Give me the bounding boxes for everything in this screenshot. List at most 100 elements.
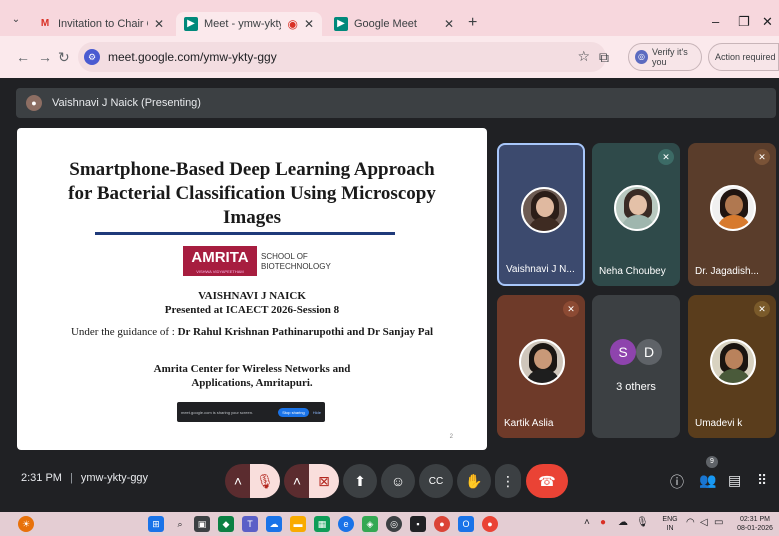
school-label: SCHOOL OF BIOTECHNOLOGY [261, 252, 331, 271]
participant-tile[interactable]: ✕ Neha Choubey [592, 143, 680, 286]
mic-toggle-button[interactable]: 🎙 [250, 464, 280, 498]
video-options-button[interactable]: ˄ [284, 464, 310, 498]
meeting-code: ymw-ykty-ggy [80, 472, 149, 484]
presenter-label: Vaishnavi J Naick (Presenting) [52, 97, 201, 109]
tab-close-icon[interactable]: ✕ [444, 17, 454, 31]
audio-options-button[interactable]: ˄ [225, 464, 251, 498]
separator: | [69, 472, 73, 484]
participant-tile[interactable]: ✕ Kartik Aslia [497, 295, 585, 438]
meet-icon: ▶ [184, 17, 198, 31]
forward-icon[interactable]: → [38, 49, 52, 65]
tab-search-icon[interactable]: ⌄ [10, 14, 22, 26]
mic-off-icon: ✕ [754, 149, 770, 165]
avatar [614, 185, 660, 231]
clock-date: 08-01-2026 [737, 525, 773, 532]
present-screen-icon: ⬆ [354, 472, 366, 489]
search-icon[interactable]: ⌕ [172, 516, 188, 532]
slide-author: VAISHNAVI J NAICK [198, 290, 306, 302]
captions-button[interactable]: CC [419, 464, 453, 498]
tab-meet[interactable]: ▶ Meet - ymw-ykty-ggy ◉ ✕ [176, 12, 322, 36]
file-explorer-icon[interactable]: ▬ [290, 516, 306, 532]
more-options-button[interactable]: ⋮ [495, 464, 521, 498]
tab-close-icon[interactable]: ✕ [304, 17, 314, 31]
terminal-icon[interactable]: ▪ [410, 516, 426, 532]
widgets-icon[interactable]: ◆ [218, 516, 234, 532]
reload-icon[interactable]: ↻ [58, 49, 70, 66]
participant-name: Umadevi k [695, 418, 743, 429]
store-icon[interactable]: ▦ [314, 516, 330, 532]
new-tab-icon[interactable]: + [468, 14, 477, 32]
activities-icon[interactable]: ⠿ [757, 472, 767, 489]
lang-bottom: IN [666, 525, 674, 532]
window-close-icon[interactable]: ✕ [762, 14, 773, 30]
teams-icon[interactable]: T [242, 516, 258, 532]
wifi-icon[interactable]: ◠ [686, 517, 695, 528]
more-vert-icon: ⋮ [501, 472, 515, 489]
stop-sharing-button[interactable]: Stop sharing [278, 407, 309, 417]
battery-icon[interactable]: ▭ [714, 517, 723, 528]
participant-count-badge: 9 [706, 456, 718, 468]
others-tile[interactable]: S D 3 others [592, 295, 680, 438]
people-icon[interactable]: 👥 [699, 472, 716, 489]
windows-start-icon[interactable]: ⊞ [148, 516, 164, 532]
present-button[interactable]: ⬆ [343, 464, 377, 498]
bookmark-star-icon[interactable]: ☆ [577, 48, 590, 65]
system-clock[interactable]: 02:31 PM 08-01-2026 [732, 515, 778, 533]
guidance-prefix: Under the guidance of : [70, 326, 178, 338]
tab-gmail[interactable]: M Invitation to Chair ONLINE Tech ✕ [30, 12, 172, 36]
center-line-1: Amrita Center for Wireless Networks and [153, 363, 351, 375]
participant-tile[interactable]: Vaishnavi J N... [497, 143, 585, 286]
tray-overflow-icon[interactable]: ˄ [584, 517, 590, 528]
raise-hand-button[interactable]: ✋ [457, 464, 491, 498]
info-icon[interactable]: ⓘ [670, 472, 684, 492]
camera-off-icon: ⊠ [318, 472, 330, 489]
restore-icon[interactable]: ❐ [738, 14, 750, 30]
slide-guidance: Under the guidance of : Dr Rahul Krishna… [17, 326, 487, 338]
tab-google-meet[interactable]: ▶ Google Meet ✕ [326, 12, 462, 36]
hide-button[interactable]: Hide [313, 410, 321, 415]
tray-cloud-icon[interactable]: ☁ [618, 517, 628, 528]
cloud-icon[interactable]: ☁ [266, 516, 282, 532]
participant-tile[interactable]: ✕ Umadevi k [688, 295, 776, 438]
mic-off-icon: ✕ [658, 149, 674, 165]
address-bar[interactable]: ⚙ meet.google.com/ymw-ykty-ggy ☆ [78, 42, 606, 72]
dell-icon[interactable]: ◎ [386, 516, 402, 532]
chevron-up-icon: ˄ [292, 473, 302, 489]
volume-icon[interactable]: ◁ [700, 517, 708, 528]
action-required-button[interactable]: Action required ⋮ [708, 43, 779, 71]
leave-call-button[interactable]: ☎ [526, 464, 568, 498]
clock-time: 02:31 PM [740, 516, 770, 523]
app-icon[interactable]: ◈ [362, 516, 378, 532]
chrome-icon[interactable]: ● [434, 516, 450, 532]
mic-off-icon: ✕ [754, 301, 770, 317]
center-line-2: Applications, Amritapuri. [191, 377, 313, 389]
action-label: Action required [715, 52, 776, 62]
url-text: meet.google.com/ymw-ykty-ggy [108, 50, 277, 64]
tray-mic-icon[interactable]: 🎙 [636, 517, 649, 528]
slide-center: Amrita Center for Wireless Networks and … [17, 362, 487, 390]
participant-tile[interactable]: ✕ Dr. Jagadish... [688, 143, 776, 286]
gmail-icon: M [40, 18, 50, 29]
camera-toggle-button[interactable]: ⊠ [309, 464, 339, 498]
language-indicator[interactable]: ENG IN [658, 515, 682, 533]
extensions-icon[interactable]: ⧉ [599, 49, 609, 66]
chat-icon[interactable]: ▤ [728, 472, 741, 489]
weather-icon[interactable]: ☀ [18, 516, 34, 532]
tab-title: Google Meet [354, 18, 417, 30]
minimize-icon[interactable]: – [712, 14, 719, 29]
verify-label: Verify it's you [652, 47, 688, 67]
edge-icon[interactable]: e [338, 516, 354, 532]
back-icon[interactable]: ← [16, 49, 30, 65]
task-view-icon[interactable]: ▣ [194, 516, 210, 532]
verify-button[interactable]: ◎ Verify it's you [628, 43, 702, 71]
tab-close-icon[interactable]: ✕ [154, 17, 164, 31]
outlook-icon[interactable]: O [458, 516, 474, 532]
reactions-button[interactable]: ☺ [381, 464, 415, 498]
profile-icon: ◎ [635, 50, 648, 64]
participant-name: Dr. Jagadish... [695, 266, 759, 277]
tray-app-icon[interactable]: ● [600, 517, 606, 528]
browser-tab-strip: ⌄ M Invitation to Chair ONLINE Tech ✕ ▶ … [0, 0, 779, 36]
site-info-icon[interactable]: ⚙ [84, 49, 100, 65]
participant-name: Kartik Aslia [504, 418, 554, 429]
chrome-profile-icon[interactable]: ● [482, 516, 498, 532]
